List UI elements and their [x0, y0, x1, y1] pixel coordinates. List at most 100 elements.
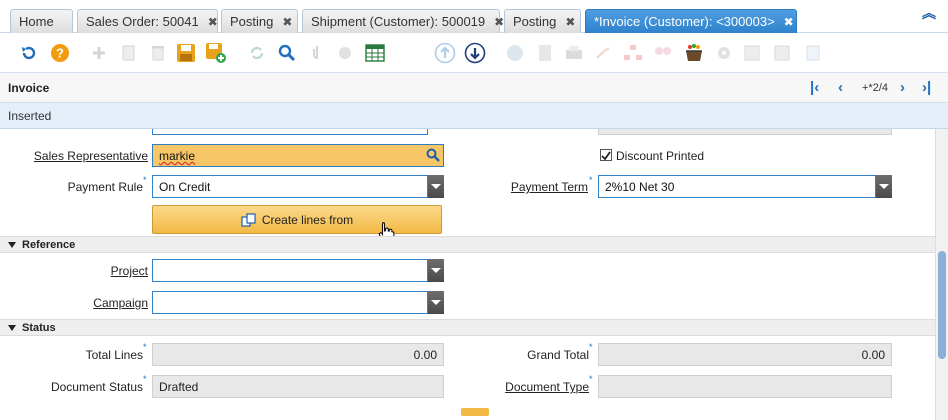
close-icon[interactable]: ✖ [282, 15, 292, 29]
search-icon[interactable] [276, 42, 298, 64]
first-record-icon[interactable]: |‹ [810, 80, 819, 95]
scrolled-field[interactable] [152, 129, 428, 135]
payment-rule-select[interactable]: On Credit [152, 175, 428, 198]
payment-rule-label: Payment Rule [67, 180, 143, 194]
settings-icon[interactable] [713, 42, 735, 64]
window-header: Invoice |‹ ‹ +*2/4 › ›| [0, 73, 948, 103]
create-lines-from-button[interactable]: Create lines from [152, 205, 442, 234]
collapse-triangle-icon [8, 325, 16, 332]
tab-posting-1[interactable]: Posting ✖ [221, 9, 298, 33]
last-record-icon[interactable]: ›| [922, 80, 931, 95]
tab-label: Sales Order: 50041 [86, 14, 199, 29]
dropdown-arrow-icon[interactable] [428, 291, 444, 314]
grand-total-value: 0.00 [598, 343, 892, 366]
document-status-value: Drafted [152, 375, 444, 398]
detail-record-icon[interactable] [464, 42, 486, 64]
collapse-triangle-icon [8, 242, 16, 249]
close-icon[interactable]: ✖ [565, 15, 575, 29]
chat-icon[interactable] [335, 42, 357, 64]
form-scrollbar[interactable] [935, 129, 948, 420]
window-title: Invoice [8, 81, 50, 95]
required-marker: * [589, 374, 593, 384]
copy-icon[interactable] [118, 42, 140, 64]
required-marker: * [589, 342, 593, 352]
grand-total-label: Grand Total [527, 348, 589, 362]
required-marker: * [589, 175, 593, 185]
help-icon[interactable]: ? [49, 42, 71, 64]
archive-basket-icon[interactable] [683, 42, 705, 64]
collapse-icon[interactable]: ︽ [922, 6, 936, 20]
attachment-icon[interactable] [306, 42, 328, 64]
dropdown-arrow-icon[interactable] [428, 259, 444, 282]
tab-label: Posting [513, 14, 557, 29]
copy-lines-icon [241, 212, 256, 227]
checkmark-icon [601, 151, 611, 161]
tab-invoice[interactable]: *Invoice (Customer): <300003> ✖ [585, 9, 797, 33]
total-lines-label: Total Lines [85, 348, 143, 362]
tab-posting-2[interactable]: Posting ✖ [504, 9, 581, 33]
tab-shipment[interactable]: Shipment (Customer): 500019 ✖ [302, 9, 504, 33]
section-title: Status [22, 322, 56, 334]
status-text: Inserted [8, 109, 52, 123]
export-icon[interactable] [742, 42, 764, 64]
project-label[interactable]: Project [18, 264, 148, 278]
discount-printed-checkbox[interactable] [600, 149, 612, 161]
search-icon[interactable] [426, 148, 440, 165]
expand-detail-handle[interactable] [461, 408, 489, 416]
save-new-icon[interactable] [205, 42, 227, 64]
grid-toggle-icon[interactable] [364, 42, 386, 64]
dropdown-arrow-icon[interactable] [428, 175, 444, 198]
scrollbar-thumb[interactable] [938, 251, 946, 359]
status-section-header[interactable]: Status [0, 319, 935, 336]
users-icon[interactable] [652, 42, 674, 64]
create-lines-label: Create lines from [261, 212, 354, 227]
campaign-label[interactable]: Campaign [18, 296, 148, 310]
required-marker: * [143, 374, 147, 384]
print-icon[interactable] [563, 42, 585, 64]
delete-icon[interactable] [147, 42, 169, 64]
scrolled-readonly-field [598, 129, 892, 135]
tab-label: Home [19, 14, 54, 29]
zoom-across-icon[interactable] [593, 42, 615, 64]
undo-icon[interactable] [18, 42, 40, 64]
import-icon[interactable] [772, 42, 794, 64]
document-type-label[interactable]: Document Type [470, 380, 589, 394]
tab-bar: Home Sales Order: 50041 ✖ Posting ✖ Shipme… [0, 0, 948, 33]
close-icon[interactable]: ✖ [784, 15, 794, 29]
tab-sales-order[interactable]: Sales Order: 50041 ✖ [77, 9, 218, 33]
tab-home[interactable]: Home [10, 9, 73, 33]
document-status-label: Document Status [50, 380, 143, 394]
excel-icon[interactable] [802, 42, 824, 64]
discount-printed-label: Discount Printed [616, 149, 705, 163]
refresh-icon[interactable] [246, 42, 268, 64]
tab-label: *Invoice (Customer): <300003> [594, 14, 775, 29]
dropdown-arrow-icon[interactable] [876, 175, 892, 198]
sales-rep-input[interactable]: markie [152, 144, 444, 167]
payment-term-select[interactable]: 2%10 Net 30 [598, 175, 876, 198]
sales-rep-label[interactable]: Sales Representative [18, 149, 148, 163]
toolbar: ? [0, 33, 948, 73]
total-lines-value: 0.00 [152, 343, 444, 366]
next-record-icon[interactable]: › [900, 80, 905, 95]
close-icon[interactable]: ✖ [494, 15, 504, 29]
svg-text:?: ? [56, 46, 64, 61]
workflow-icon[interactable] [622, 42, 644, 64]
previous-record-icon[interactable]: ‹ [838, 80, 843, 95]
report-icon[interactable] [534, 42, 556, 64]
tab-label: Posting [230, 14, 274, 29]
tab-label: Shipment (Customer): 500019 [311, 14, 486, 29]
campaign-select[interactable] [152, 291, 428, 314]
record-position: +*2/4 [862, 82, 888, 94]
save-icon[interactable] [175, 42, 197, 64]
new-icon[interactable] [88, 42, 110, 64]
document-type-value [598, 375, 892, 398]
required-marker: * [143, 175, 147, 185]
parent-record-icon[interactable] [434, 42, 456, 64]
required-marker: * [143, 342, 147, 352]
reference-section-header[interactable]: Reference [0, 236, 935, 253]
project-select[interactable] [152, 259, 428, 282]
history-icon[interactable] [504, 42, 526, 64]
invoice-form: Sales Representative markie Discount Pri… [0, 129, 935, 420]
close-icon[interactable]: ✖ [208, 15, 218, 29]
payment-term-label[interactable]: Payment Term [470, 180, 588, 194]
